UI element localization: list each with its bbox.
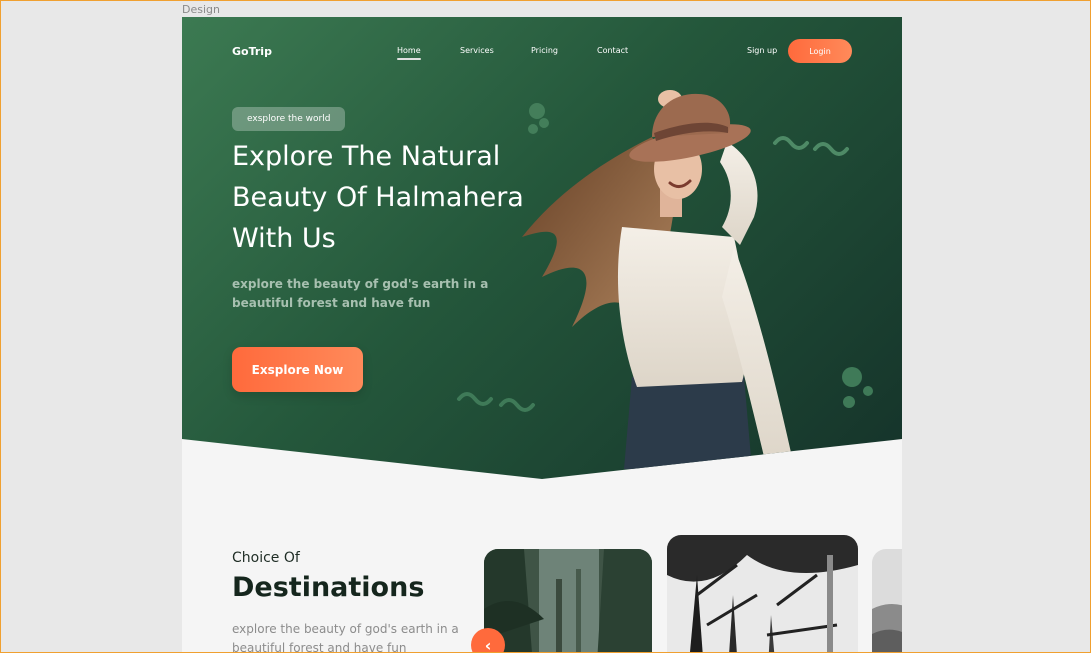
signup-link[interactable]: Sign up — [747, 46, 777, 55]
nav-link-services[interactable]: Services — [460, 46, 494, 55]
destinations-subtitle: explore the beauty of god's earth in a b… — [232, 622, 459, 653]
landing-page: GoTrip Home Services Pricing Contact Sig… — [182, 17, 902, 653]
explore-now-button[interactable]: Exsplore Now — [232, 347, 363, 392]
hero-title-line: Explore The Natural — [232, 141, 501, 172]
chevron-left-icon: ‹ — [484, 635, 492, 653]
hero-title-line: With Us — [232, 223, 336, 254]
nav-link-home[interactable]: Home — [397, 46, 421, 60]
destination-card-trees[interactable] — [667, 535, 858, 653]
destination-card-mist[interactable] — [872, 549, 902, 653]
hero-subtitle: explore the beauty of god's earth in a b… — [232, 277, 489, 310]
destinations-kicker: Choice Of — [232, 550, 300, 566]
trees-photo — [667, 535, 858, 653]
hero-title: Explore The Natural Beauty Of Halmahera … — [232, 136, 562, 259]
destination-card-forest[interactable] — [484, 549, 652, 653]
nav-link-contact[interactable]: Contact — [597, 46, 628, 55]
canvas-frame-label[interactable]: Design — [182, 3, 220, 16]
destinations-title: Destinations — [232, 572, 425, 603]
hero-tag-pill: exsplore the world — [232, 107, 346, 131]
forest-photo — [484, 549, 652, 653]
dots-decoration-icon — [842, 367, 873, 408]
brand-logo[interactable]: GoTrip — [232, 45, 272, 58]
login-button[interactable]: Login — [788, 39, 852, 63]
misty-forest-photo — [872, 549, 902, 653]
hero-section: GoTrip Home Services Pricing Contact Sig… — [182, 17, 902, 479]
nav-link-pricing[interactable]: Pricing — [531, 46, 558, 55]
hero-title-line: Beauty Of Halmahera — [232, 182, 524, 213]
